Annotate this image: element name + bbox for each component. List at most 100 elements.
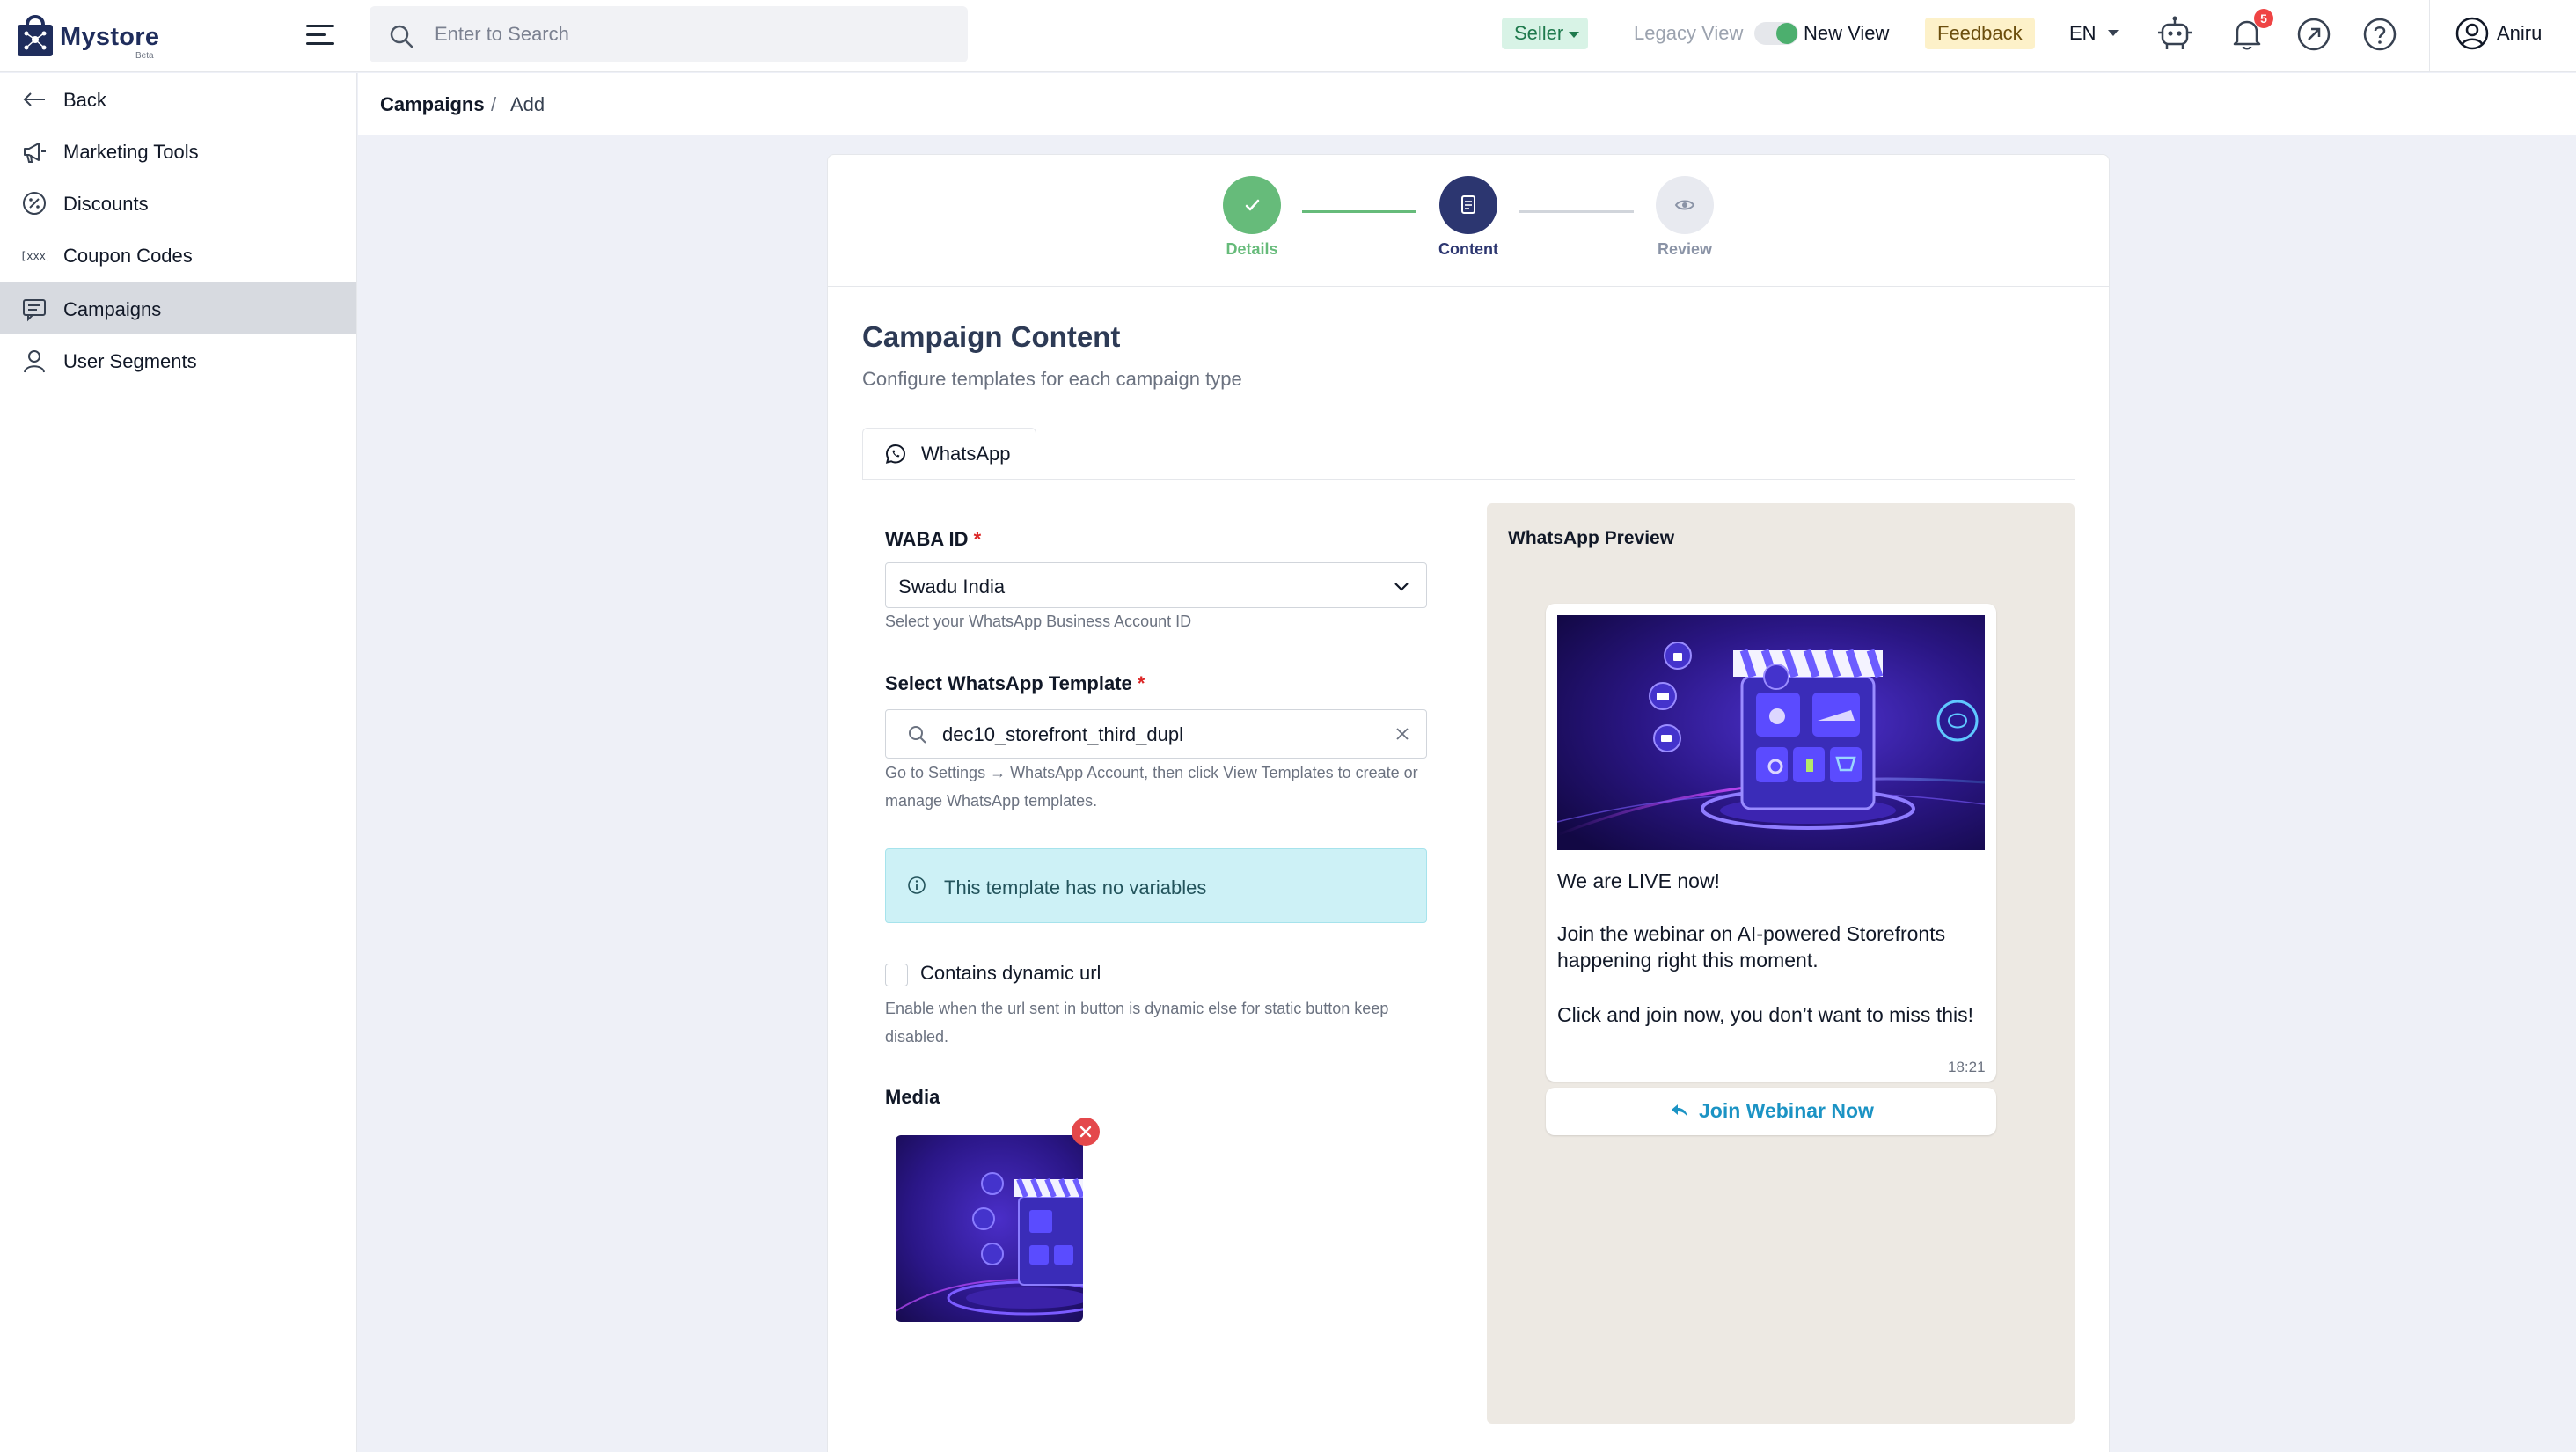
sidebar-item-label: User Segments — [63, 350, 197, 372]
step-details-label: Details — [1226, 240, 1278, 258]
sidebar-item-campaigns[interactable]: Campaigns — [0, 282, 356, 334]
robot-assistant-icon[interactable] — [2155, 14, 2195, 55]
caret-down-icon — [1569, 32, 1580, 38]
breadcrumb-campaigns-link[interactable]: Campaigns — [380, 93, 485, 116]
view-toggle[interactable] — [1754, 22, 1798, 45]
step-review-label: Review — [1657, 240, 1713, 258]
language-selector[interactable]: EN — [2069, 22, 2097, 45]
percent-icon — [23, 192, 46, 215]
app-name: Mystore — [60, 23, 160, 51]
app-logo[interactable]: Mystore Beta — [16, 7, 183, 62]
eye-icon — [1674, 200, 1695, 210]
no-variables-alert: This template has no variables — [885, 848, 1427, 923]
sidebar-item-marketing-tools[interactable]: Marketing Tools — [0, 125, 356, 176]
breadcrumb-bar — [358, 73, 2576, 135]
notification-count-badge: 5 — [2254, 9, 2273, 28]
help-icon[interactable] — [2360, 14, 2400, 55]
legacy-view-label: Legacy View — [1634, 22, 1744, 44]
preview-title: WhatsApp Preview — [1508, 528, 1675, 548]
breadcrumb-separator: / — [491, 93, 497, 115]
external-link-icon[interactable] — [2294, 14, 2334, 55]
storefront-image — [1557, 615, 1985, 850]
shopping-bag-logo-icon — [18, 15, 53, 56]
template-search-select[interactable]: dec10_storefront_third_dupl — [885, 709, 1427, 759]
template-label: Select WhatsApp Template * — [885, 672, 1145, 695]
search-icon — [390, 25, 413, 48]
breadcrumb-current: Add — [510, 93, 545, 115]
info-icon — [908, 876, 926, 894]
seller-dropdown[interactable]: Seller — [1502, 18, 1589, 49]
media-thumbnail[interactable] — [896, 1135, 1083, 1322]
page-subtitle: Configure templates for each campaign ty… — [862, 368, 1242, 390]
tab-label: WhatsApp — [921, 443, 1011, 465]
sidebar-item-label: Campaigns — [63, 298, 162, 320]
template-label-text: Select WhatsApp Template — [885, 672, 1132, 694]
user-icon — [24, 350, 45, 373]
document-icon — [1461, 195, 1475, 214]
user-avatar-icon[interactable] — [2455, 16, 2490, 51]
step-content-circle[interactable] — [1439, 176, 1497, 234]
toggle-knob — [1776, 23, 1797, 44]
template-value: dec10_storefront_third_dupl — [942, 723, 1183, 745]
step-content-label: Content — [1438, 240, 1498, 258]
sidebar-item-label: Coupon Codes — [63, 245, 193, 267]
alert-text: This template has no variables — [944, 876, 1207, 898]
dynamic-url-hint: Enable when the url sent in button is dy… — [885, 1000, 1389, 1045]
waba-id-select[interactable]: Swadu India — [885, 562, 1427, 608]
beta-tag: Beta — [135, 51, 154, 61]
stepper-connector-pending — [1519, 210, 1634, 213]
tab-underline — [862, 479, 2075, 480]
new-view-label: New View — [1804, 22, 1890, 44]
waba-id-label-text: WABA ID — [885, 528, 969, 550]
dynamic-url-label[interactable]: Contains dynamic url — [920, 962, 1101, 985]
media-label: Media — [885, 1086, 940, 1108]
caret-down-icon[interactable] — [2108, 30, 2119, 36]
join-webinar-label: Join Webinar Now — [1699, 1099, 1874, 1122]
megaphone-icon — [24, 143, 46, 163]
sidebar-item-discounts[interactable]: Discounts — [0, 177, 356, 228]
feedback-button[interactable]: Feedback — [1925, 18, 2035, 49]
tab-whatsapp[interactable]: WhatsApp — [862, 428, 1036, 480]
waba-id-label: WABA ID * — [885, 528, 981, 551]
sidebar-item-label: Marketing Tools — [63, 141, 199, 163]
divider — [2429, 0, 2430, 72]
waba-id-hint: Select your WhatsApp Business Account ID — [885, 612, 1192, 630]
reply-arrow-icon — [1672, 1104, 1687, 1117]
search-input[interactable] — [435, 6, 945, 62]
clear-icon[interactable] — [1394, 726, 1410, 742]
message-timestamp: 18:21 — [1948, 1059, 1986, 1075]
svg-text:[xxx]: [xxx] — [21, 250, 48, 262]
search-icon — [909, 726, 926, 744]
join-webinar-button[interactable]: Join Webinar Now — [1546, 1088, 1996, 1135]
template-hint: Go to Settings → WhatsApp Account, then … — [885, 764, 1418, 810]
waba-id-value: Swadu India — [898, 576, 1006, 598]
stepper-connector-done — [1302, 210, 1416, 213]
coupon-code-icon: [xxx] — [21, 250, 48, 262]
dynamic-url-checkbox[interactable] — [885, 964, 908, 986]
sidebar-item-label: Discounts — [63, 193, 149, 215]
arrow-left-icon — [23, 92, 45, 106]
user-name[interactable]: Aniru — [2497, 22, 2542, 45]
step-details-circle[interactable] — [1223, 176, 1281, 234]
check-icon — [1245, 199, 1260, 211]
message-image — [1557, 615, 1985, 850]
close-icon — [1079, 1126, 1092, 1138]
sidebar-item-back[interactable]: Back — [0, 73, 356, 124]
whatsapp-icon — [885, 444, 906, 464]
sidebar-item-user-segments[interactable]: User Segments — [0, 334, 356, 385]
remove-media-button[interactable] — [1072, 1118, 1100, 1146]
required-asterisk: * — [973, 528, 982, 550]
seller-label: Seller — [1514, 22, 1564, 44]
message-line-1: We are LIVE now! — [1557, 869, 1720, 892]
step-review-circle[interactable] — [1656, 176, 1714, 234]
message-line-3: Click and join now, you don’t want to mi… — [1557, 1003, 1974, 1026]
sidebar-item-coupon-codes[interactable]: [xxx] Coupon Codes — [0, 229, 356, 280]
sidebar-item-label: Back — [63, 89, 106, 111]
required-asterisk: * — [1137, 672, 1145, 694]
storefront-image — [896, 1135, 1083, 1322]
menu-toggle-icon[interactable] — [303, 19, 338, 51]
global-search[interactable] — [370, 6, 968, 62]
page-title: Campaign Content — [862, 320, 1121, 353]
message-icon — [23, 299, 46, 322]
chevron-down-icon — [1394, 583, 1409, 591]
